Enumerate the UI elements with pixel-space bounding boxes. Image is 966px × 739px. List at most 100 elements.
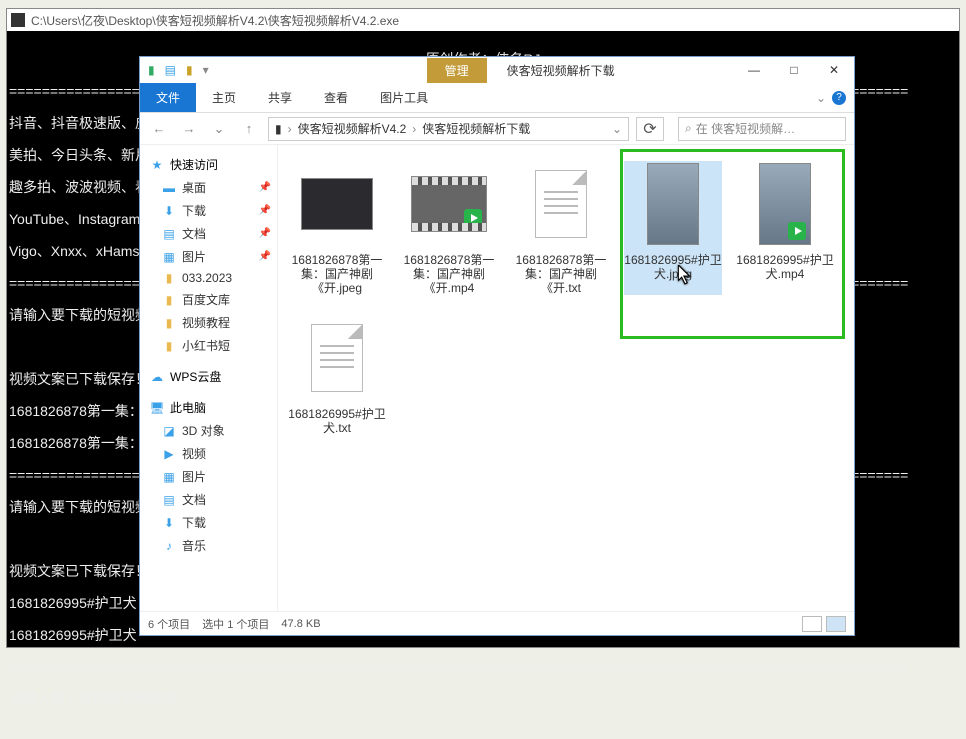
maximize-button[interactable]: □	[774, 57, 814, 83]
status-bar: 6 个项目 选中 1 个项目 47.8 KB	[140, 611, 854, 635]
nav-up-button[interactable]: ↑	[238, 118, 260, 140]
status-selection: 选中 1 个项目	[202, 616, 269, 632]
file-item[interactable]: 1681826995#护卫犬.jpeg	[624, 161, 722, 295]
breadcrumb-item[interactable]: 侠客短视频解析V4.2	[298, 120, 407, 137]
nav-forward-button[interactable]: →	[178, 118, 200, 140]
file-label: 1681826995#护卫犬.txt	[288, 407, 386, 435]
folder-icon: ▮	[162, 271, 176, 285]
view-large-button[interactable]	[826, 616, 846, 632]
app-icon	[11, 13, 25, 27]
pc-icon: 🖥	[150, 401, 164, 415]
ribbon-collapse-icon[interactable]: ⌄	[816, 91, 826, 105]
search-placeholder: 在 侠客短视频解…	[696, 120, 795, 137]
divider: ========================================…	[9, 659, 957, 675]
video-icon: ▶	[162, 447, 176, 461]
image-thumbnail	[647, 163, 699, 245]
status-count: 6 个项目	[148, 616, 190, 632]
sidebar-item-documents[interactable]: ▤文档	[140, 488, 277, 511]
video-thumbnail	[411, 176, 487, 232]
sidebar-wps[interactable]: ☁WPS云盘	[140, 365, 277, 388]
tab-file[interactable]: 文件	[140, 83, 196, 112]
tab-home[interactable]: 主页	[196, 83, 252, 112]
files-pane[interactable]: 1681826878第一集：国产神剧《开.jpeg 1681826878第一集：…	[278, 145, 854, 611]
search-input[interactable]: ⌕ 在 侠客短视频解…	[678, 117, 846, 141]
sidebar-quick-access[interactable]: ★快速访问	[140, 153, 277, 176]
help-icon[interactable]: ?	[832, 91, 846, 105]
file-label: 1681826995#护卫犬.mp4	[736, 253, 834, 281]
explorer-titlebar[interactable]: ▮ ▤ ▮ ▾ 管理 侠客短视频解析下载 — □ ✕	[140, 57, 854, 83]
download-icon: ⬇	[162, 204, 176, 218]
file-label: 1681826878第一集：国产神剧《开.mp4	[400, 253, 498, 295]
console-titlebar[interactable]: C:\Users\亿夜\Desktop\侠客短视频解析V4.2\侠客短视频解析V…	[7, 9, 959, 31]
sidebar-item-folder[interactable]: ▮033.2023	[140, 268, 277, 288]
file-item[interactable]: 1681826878第一集：国产神剧《开.txt	[512, 161, 610, 295]
console-title: C:\Users\亿夜\Desktop\侠客短视频解析V4.2\侠客短视频解析V…	[31, 12, 399, 29]
text-thumbnail	[535, 170, 587, 238]
qat-icon[interactable]: ▤	[165, 63, 176, 77]
breadcrumb-sep: ›	[412, 122, 416, 136]
desktop-icon: ▬	[162, 181, 176, 195]
breadcrumb-item[interactable]: 侠客短视频解析下载	[422, 120, 530, 137]
file-item[interactable]: 1681826878第一集：国产神剧《开.jpeg	[288, 161, 386, 295]
ribbon-context-tab[interactable]: 管理	[427, 58, 487, 83]
tab-share[interactable]: 共享	[252, 83, 308, 112]
sidebar-this-pc[interactable]: 🖥此电脑	[140, 396, 277, 419]
sidebar-item-folder[interactable]: ▮视频教程	[140, 311, 277, 334]
nav-back-button[interactable]: ←	[148, 118, 170, 140]
tab-picture-tools[interactable]: 图片工具	[364, 83, 444, 112]
star-icon: ★	[150, 158, 164, 172]
sidebar-item-videos[interactable]: ▶视频	[140, 442, 277, 465]
sidebar-item-desktop[interactable]: ▬桌面📌	[140, 176, 277, 199]
picture-icon: ▦	[162, 250, 176, 264]
pin-icon: 📌	[259, 205, 271, 216]
console-prompt: 请输入要下载的短视频链接：	[9, 691, 957, 707]
explorer-window: ▮ ▤ ▮ ▾ 管理 侠客短视频解析下载 — □ ✕ 文件 主页 共享 查看 图…	[139, 56, 855, 636]
qat-icon[interactable]: ▮	[186, 63, 193, 77]
file-label: 1681826995#护卫犬.jpeg	[624, 253, 722, 281]
minimize-button[interactable]: —	[734, 57, 774, 83]
play-icon	[788, 222, 806, 240]
sidebar-item-downloads[interactable]: ⬇下载📌	[140, 199, 277, 222]
play-icon	[464, 209, 482, 227]
breadcrumb[interactable]: ▮ › 侠客短视频解析V4.2 › 侠客短视频解析下载 ⌄	[268, 117, 629, 141]
view-details-button[interactable]	[802, 616, 822, 632]
ribbon-tabs: 文件 主页 共享 查看 图片工具 ⌄ ?	[140, 83, 854, 113]
file-item[interactable]: 1681826878第一集：国产神剧《开.mp4	[400, 161, 498, 295]
file-item[interactable]: 1681826995#护卫犬.mp4	[736, 161, 834, 295]
sidebar-item-3d[interactable]: ◪3D 对象	[140, 419, 277, 442]
chevron-down-icon[interactable]: ⌄	[612, 122, 628, 136]
cube-icon: ◪	[162, 424, 176, 438]
sidebar-item-pictures[interactable]: ▦图片	[140, 465, 277, 488]
picture-icon: ▦	[162, 470, 176, 484]
sidebar-item-pictures[interactable]: ▦图片📌	[140, 245, 277, 268]
sidebar-item-downloads[interactable]: ⬇下载	[140, 511, 277, 534]
sidebar-item-folder[interactable]: ▮小红书短	[140, 334, 277, 357]
file-label: 1681826878第一集：国产神剧《开.jpeg	[288, 253, 386, 295]
sidebar-item-documents[interactable]: ▤文档📌	[140, 222, 277, 245]
breadcrumb-sep: ›	[288, 122, 292, 136]
folder-icon: ▮	[148, 63, 155, 77]
search-icon: ⌕	[685, 121, 692, 136]
music-icon: ♪	[162, 539, 176, 553]
folder-icon: ▮	[162, 316, 176, 330]
nav-history-button[interactable]: ⌄	[208, 118, 230, 140]
download-icon: ⬇	[162, 516, 176, 530]
pin-icon: 📌	[259, 228, 271, 239]
pin-icon: 📌	[259, 182, 271, 193]
refresh-button[interactable]: ⟳	[636, 117, 664, 141]
sidebar-item-music[interactable]: ♪音乐	[140, 534, 277, 557]
sidebar-item-folder[interactable]: ▮百度文库	[140, 288, 277, 311]
folder-icon: ▮	[162, 293, 176, 307]
qat-sep: ▾	[203, 63, 209, 77]
video-thumbnail	[759, 163, 811, 245]
status-size: 47.8 KB	[281, 618, 320, 630]
close-button[interactable]: ✕	[814, 57, 854, 83]
pin-icon: 📌	[259, 251, 271, 262]
window-title: 侠客短视频解析下载	[507, 62, 615, 79]
cloud-icon: ☁	[150, 370, 164, 384]
sidebar: ★快速访问 ▬桌面📌 ⬇下载📌 ▤文档📌 ▦图片📌 ▮033.2023 ▮百度文…	[140, 145, 278, 611]
folder-icon: ▮	[162, 339, 176, 353]
file-item[interactable]: 1681826995#护卫犬.txt	[288, 315, 386, 435]
image-thumbnail	[301, 178, 373, 230]
tab-view[interactable]: 查看	[308, 83, 364, 112]
